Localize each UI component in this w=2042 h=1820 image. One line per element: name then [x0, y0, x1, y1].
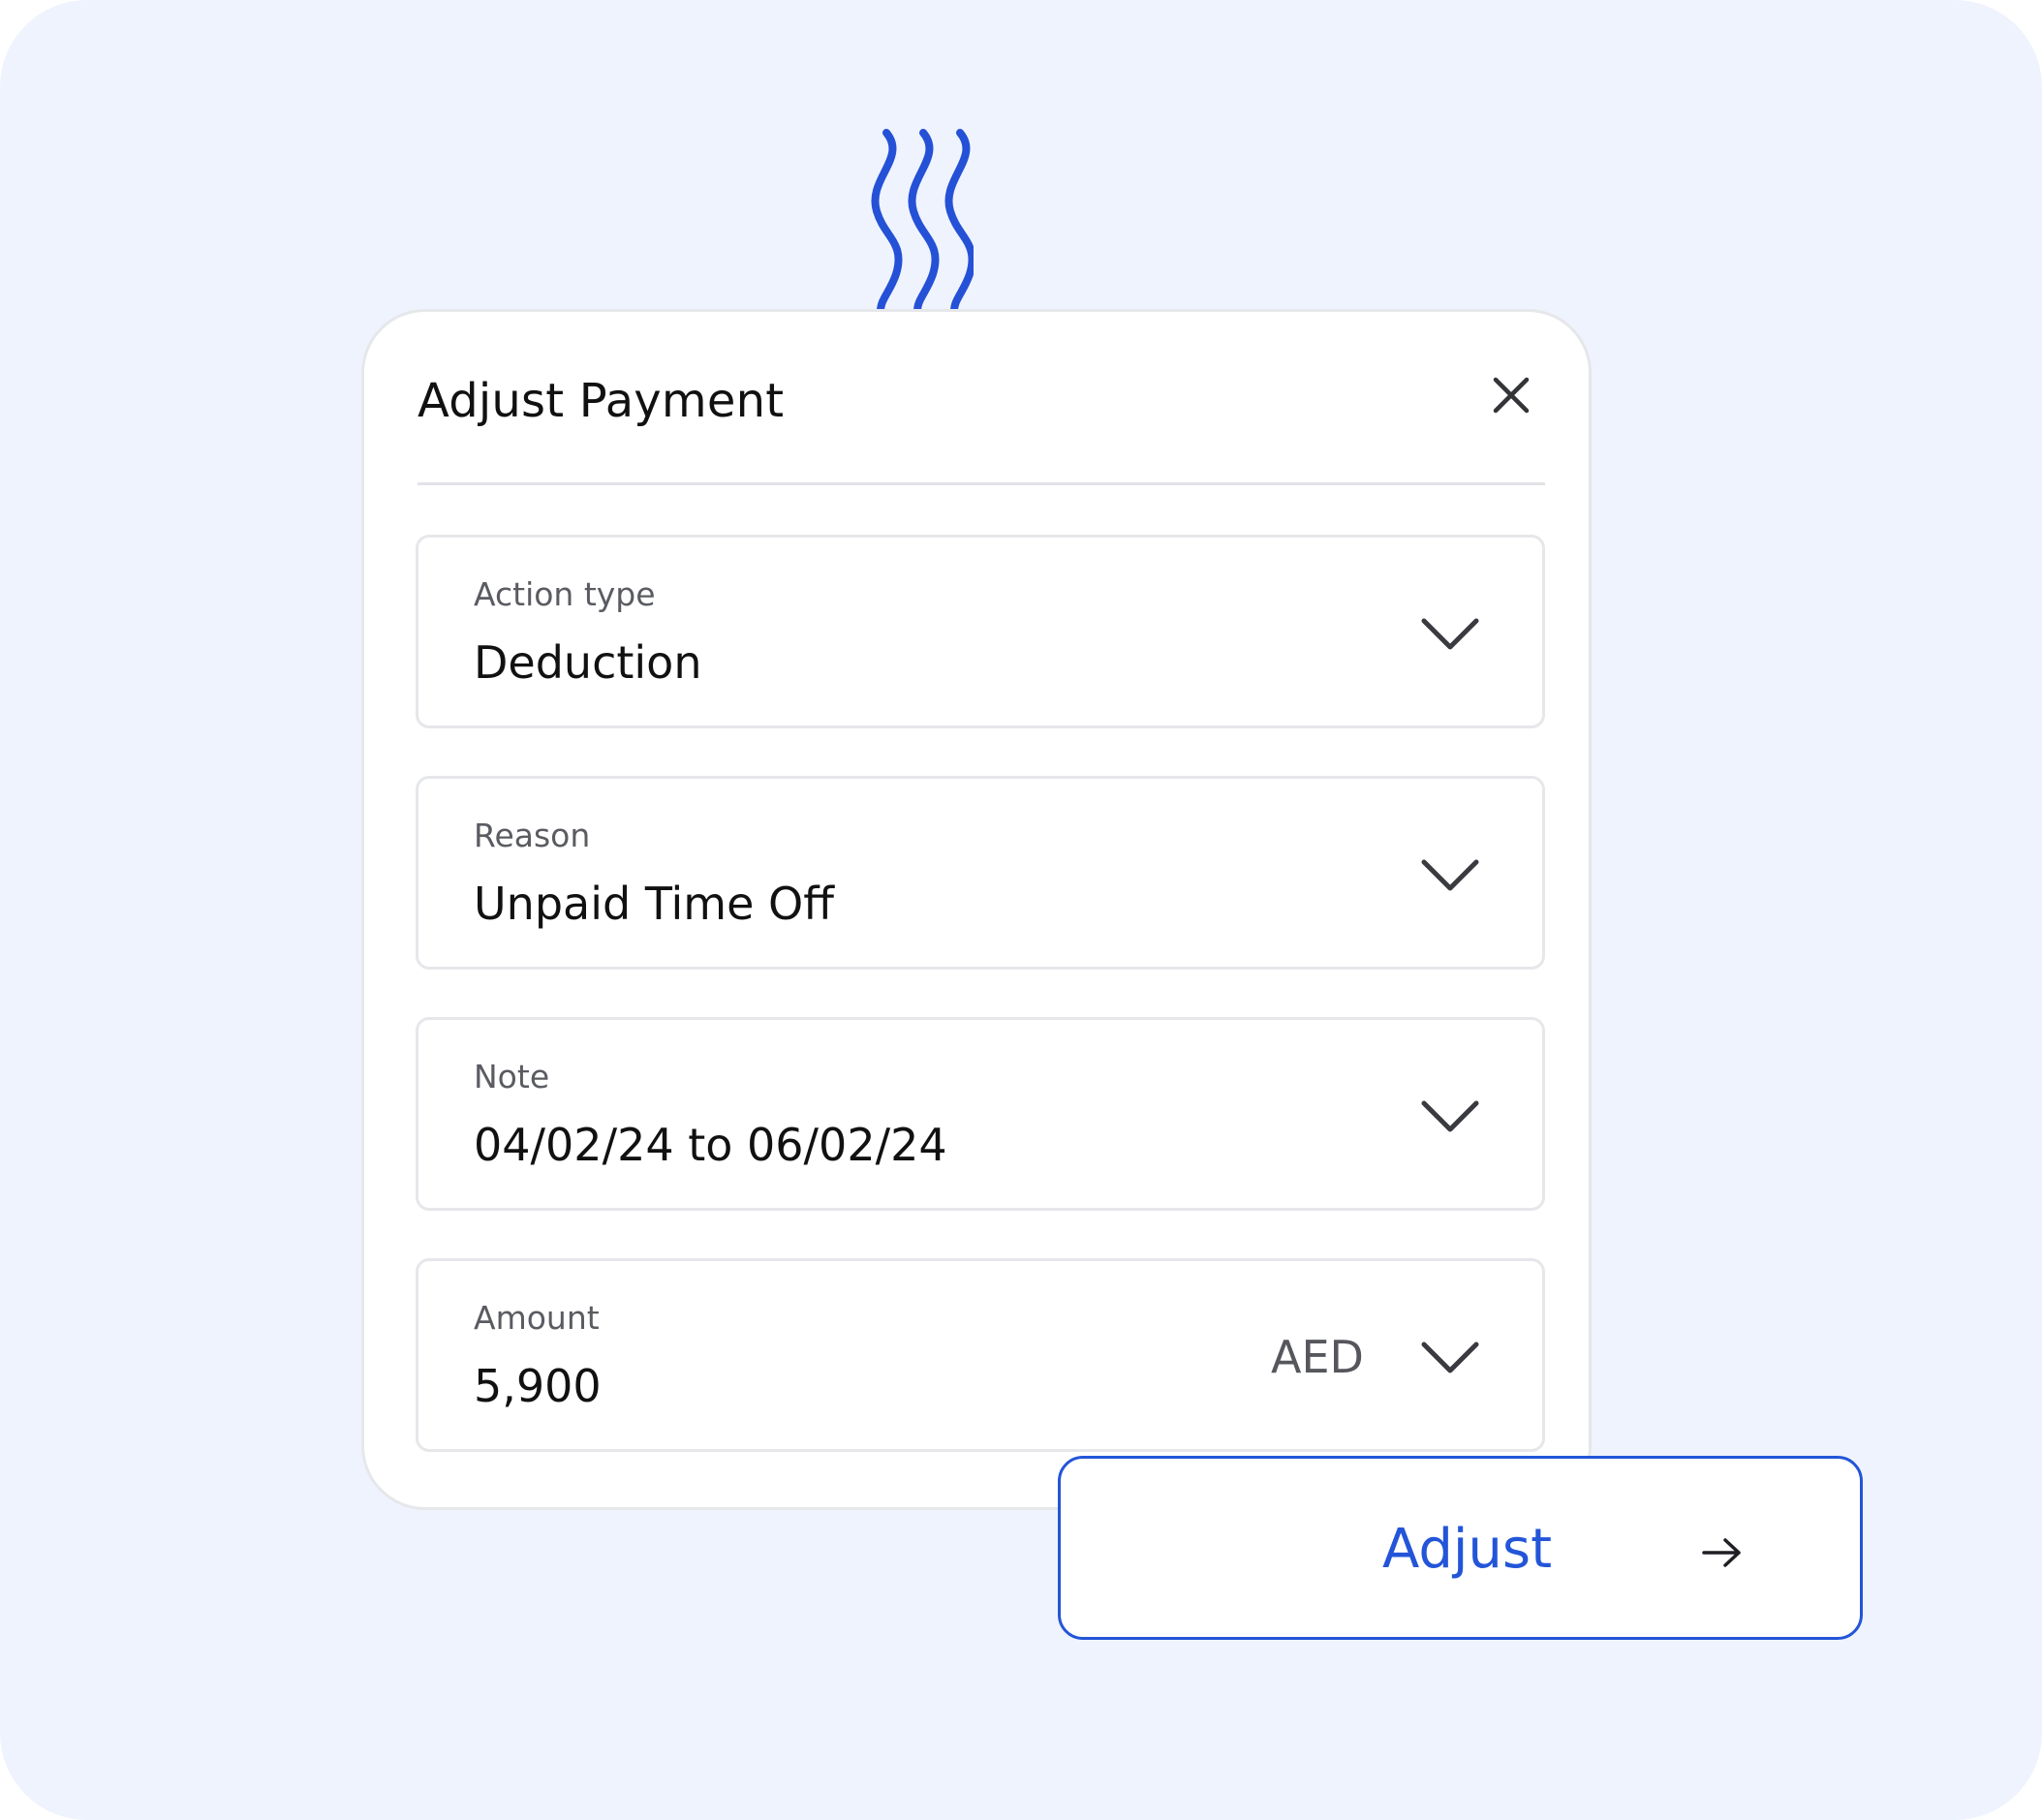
action-type-select[interactable]: Action type Deduction [416, 535, 1545, 728]
page-background: Adjust Payment Action type Deduction Rea… [0, 0, 2042, 1820]
adjust-button[interactable]: Adjust [1058, 1456, 1863, 1640]
modal-title: Adjust Payment [418, 374, 785, 428]
steam-wave-icon [871, 129, 974, 313]
currency-code[interactable]: AED [1271, 1335, 1364, 1379]
close-icon[interactable] [1488, 372, 1534, 418]
note-value: 04/02/24 to 06/02/24 [474, 1119, 947, 1171]
amount-value[interactable]: 5,900 [474, 1364, 602, 1408]
action-type-label: Action type [474, 575, 656, 613]
reason-label: Reason [474, 817, 591, 854]
header-divider [418, 482, 1545, 485]
note-select[interactable]: Note 04/02/24 to 06/02/24 [416, 1017, 1545, 1211]
reason-select[interactable]: Reason Unpaid Time Off [416, 776, 1545, 970]
arrow-right-icon [1702, 1538, 1741, 1567]
chevron-down-icon [1421, 618, 1479, 650]
chevron-down-icon[interactable] [1420, 1339, 1480, 1377]
adjust-button-label: Adjust [1382, 1518, 1553, 1581]
action-type-value: Deduction [474, 636, 702, 689]
reason-value: Unpaid Time Off [474, 878, 834, 930]
adjust-payment-modal: Adjust Payment Action type Deduction Rea… [361, 309, 1592, 1510]
chevron-down-icon [1421, 1100, 1479, 1132]
chevron-down-icon [1421, 859, 1479, 891]
amount-field[interactable]: Amount 5,900 AED [416, 1258, 1545, 1452]
note-label: Note [474, 1058, 550, 1095]
amount-label: Amount [474, 1299, 600, 1337]
